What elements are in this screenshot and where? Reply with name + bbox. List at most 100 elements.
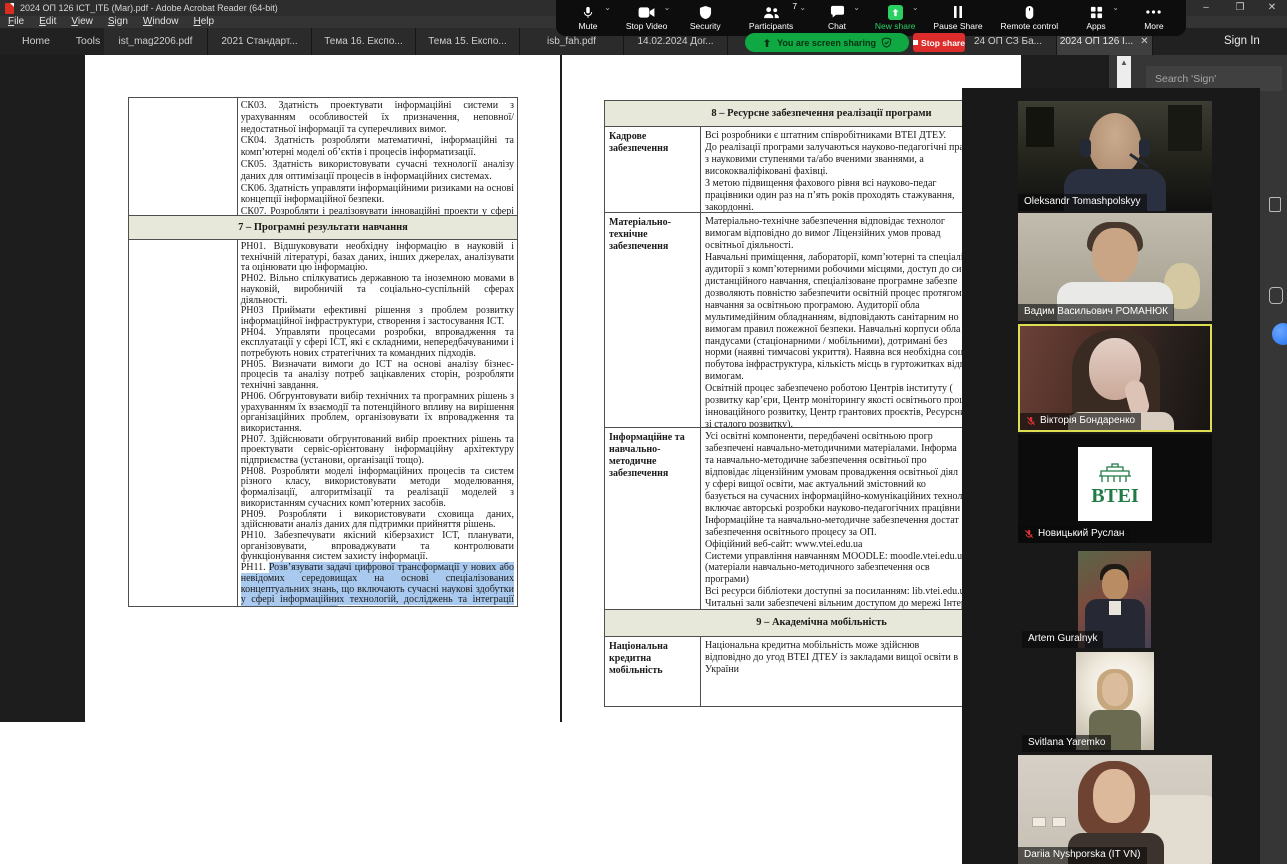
stop-video-button[interactable]: ⌄ Stop Video — [626, 0, 667, 36]
participant-video[interactable]: Dariia Nyshporska (IT VN) — [1018, 755, 1212, 864]
participant-name-label: Новицький Руслан — [1018, 526, 1130, 543]
pause-share-button[interactable]: Pause Share — [933, 0, 982, 36]
shield-check-icon — [881, 37, 892, 48]
doc-tab[interactable]: ist_mag2206.pdf — [104, 28, 208, 55]
table-section-header-7: 7 – Програмні результати навчання — [129, 216, 517, 240]
chat-button[interactable]: ⌄ Chat — [817, 0, 857, 36]
chevron-down-icon[interactable]: ⌄ — [1112, 3, 1119, 12]
pdf-paragraph: РН09. Розробляти і використовувати схови… — [241, 510, 514, 531]
pause-icon — [953, 4, 963, 20]
menu-file[interactable]: File — [8, 16, 24, 28]
background-window-white-area — [0, 722, 1021, 864]
button-label: Pause Share — [933, 21, 982, 31]
participant-name-label: Oleksandr Tomashpolskyy — [1018, 194, 1147, 211]
row-label: Національна кредитна мобільність — [605, 637, 701, 706]
pdf-page-right: 8 – Ресурсне забезпечення реалізації про… — [562, 55, 1021, 722]
close-button[interactable]: ✕ — [1259, 0, 1285, 16]
chevron-down-icon[interactable]: ⌄ — [853, 3, 860, 12]
stop-share-button[interactable]: Stop share — [913, 33, 965, 52]
share-arrow-icon — [762, 38, 772, 48]
participant-video-active-speaker[interactable]: Вікторія Бондаренко — [1018, 324, 1212, 432]
text-selection-highlight: Розв’язувати задачі цифрової трансформац… — [241, 562, 514, 606]
wall-outlet — [1032, 817, 1046, 827]
muted-mic-icon — [1024, 529, 1034, 539]
pdf-paragraph: РН08. Розробляти моделі інформаційних пр… — [241, 467, 514, 510]
table-section-header-9: 9 – Академічна мобільність — [605, 610, 1021, 637]
menu-window[interactable]: Window — [143, 16, 179, 28]
wall-outlet — [1052, 817, 1066, 827]
button-label: New share — [875, 21, 916, 31]
remote-control-button[interactable]: Remote control — [1000, 0, 1058, 36]
menu-sign[interactable]: Sign — [108, 16, 128, 28]
participant-video[interactable]: Svitlana Yaremko — [1018, 650, 1212, 752]
pdf-paragraph: СК03. Здатність проектувати інформаційні… — [241, 100, 514, 135]
scroll-up-arrow-icon[interactable]: ▲ — [1117, 56, 1131, 70]
new-share-button[interactable]: ⌄ New share — [875, 0, 916, 36]
pdf-table-program-results: СК03. Здатність проектувати інформаційні… — [128, 97, 518, 607]
page-tool-icon[interactable] — [1269, 197, 1281, 212]
share-screen-icon — [888, 4, 903, 20]
picture-frame — [1026, 107, 1054, 147]
chevron-down-icon[interactable]: ⌄ — [912, 3, 919, 12]
zoom-video-panel: Oleksandr Tomashpolskyy Вадим Васильович… — [962, 88, 1260, 864]
participant-video[interactable]: ВТЕІ Новицький Руслан — [1018, 434, 1212, 543]
mute-button[interactable]: ⌄ Mute — [568, 0, 608, 36]
pdf-paragraph: РН03 Приймати ефективні рішення з пробле… — [241, 306, 514, 327]
participant-face — [1102, 673, 1128, 706]
button-label: Stop Video — [626, 21, 667, 31]
pdf-paragraph: РН06. Обгрунтовувати вибір технічних та … — [241, 392, 514, 435]
pdf-paragraph: РН10. Забезпечувати якісний кіберзахист … — [241, 531, 514, 563]
minimize-button[interactable]: – — [1193, 0, 1219, 16]
pdf-page-left: СК03. Здатність проектувати інформаційні… — [85, 55, 560, 722]
button-label: Remote control — [1000, 21, 1058, 31]
participants-button[interactable]: 7 ⌄ Participants — [743, 0, 799, 36]
pdf-paragraph: СК06. Здатність управляти інформаційними… — [241, 183, 514, 207]
table-row: Національна кредитна мобільність Націона… — [605, 637, 1021, 706]
more-dots-icon — [1146, 4, 1161, 20]
table-row: Матеріально-технічне забезпечення Матері… — [605, 213, 1021, 428]
close-tab-icon[interactable]: ✕ — [1138, 35, 1151, 48]
button-label: More — [1144, 21, 1163, 31]
mic-icon — [581, 4, 595, 20]
stop-square-icon — [913, 40, 918, 45]
button-label: Apps — [1086, 21, 1105, 31]
participant-video[interactable]: Oleksandr Tomashpolskyy — [1018, 101, 1212, 211]
tool-panel-icon[interactable] — [1269, 287, 1283, 304]
participants-count-badge: 7 — [792, 1, 797, 11]
pdf-paragraph: СК04. Здатність розробляти математичні, … — [241, 135, 514, 159]
doc-tab[interactable]: 2021 Стандарт... — [208, 28, 312, 55]
button-label: Participants — [749, 21, 793, 31]
headset-earcup — [1139, 139, 1150, 157]
pdf-paragraph: РН11. Розв’язувати задачі цифрової транс… — [241, 563, 514, 606]
participant-video[interactable]: Вадим Васильович РОМАНЮК — [1018, 213, 1212, 321]
table-cell-empty — [129, 98, 238, 215]
table-row: РН01. Відшуковувати необхідну інформацію… — [129, 240, 517, 606]
chevron-down-icon[interactable]: ⌄ — [664, 3, 671, 12]
sharing-status-text: You are screen sharing — [777, 38, 876, 48]
participant-face — [1102, 569, 1128, 600]
remote-mouse-icon — [1025, 4, 1034, 20]
sign-in-button[interactable]: Sign In — [1224, 28, 1260, 55]
security-button[interactable]: Security — [685, 0, 725, 36]
chevron-down-icon[interactable]: ⌄ — [799, 3, 806, 12]
window-title: 2024 ОП 126 ІСТ_ІТБ (Mar).pdf - Adobe Ac… — [20, 0, 278, 16]
doc-tab[interactable]: Тема 16. Експо... — [312, 28, 416, 55]
menu-view[interactable]: View — [71, 16, 93, 28]
apps-button[interactable]: ⌄ Apps — [1076, 0, 1116, 36]
menu-help[interactable]: Help — [194, 16, 215, 28]
table-row: СК03. Здатність проектувати інформаційні… — [129, 98, 517, 216]
participant-video[interactable]: Artem Guralnyk — [1018, 547, 1212, 648]
tab-home[interactable]: Home — [10, 28, 62, 55]
vtei-logo: ВТЕІ — [1078, 447, 1152, 521]
participants-icon — [763, 4, 780, 20]
vertical-scrollbar[interactable]: ▲ — [1117, 56, 1131, 92]
ai-assistant-bubble-icon[interactable] — [1272, 323, 1287, 345]
doc-tab[interactable]: Тема 15. Експо... — [416, 28, 520, 55]
chevron-down-icon[interactable]: ⌄ — [604, 3, 611, 12]
more-button[interactable]: More — [1134, 0, 1174, 36]
screen-sharing-banner: You are screen sharing — [745, 33, 909, 52]
table-section-header-8: 8 – Ресурсне забезпечення реалізації про… — [605, 101, 1021, 127]
menu-edit[interactable]: Edit — [39, 16, 56, 28]
button-label: Security — [690, 21, 721, 31]
restore-button[interactable]: ❐ — [1227, 0, 1253, 16]
